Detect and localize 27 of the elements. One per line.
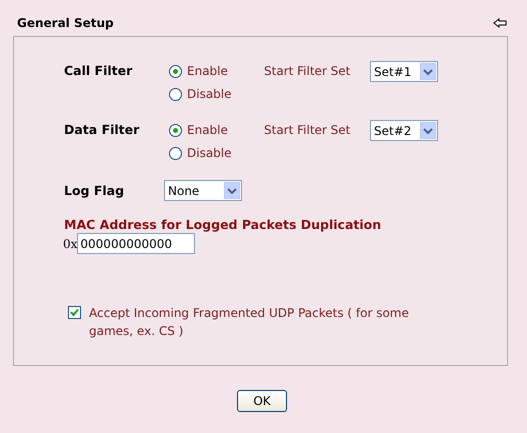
radio-label: Disable	[187, 145, 232, 162]
ok-button[interactable]: OK	[237, 390, 287, 412]
section-title: General Setup	[17, 16, 114, 30]
mac-address-field[interactable]: 000000000000	[77, 233, 196, 254]
radio-button[interactable]	[169, 124, 182, 136]
filter-label: Call Filter	[64, 62, 134, 80]
caret-icon[interactable]	[420, 122, 436, 139]
caret-icon[interactable]	[224, 182, 240, 199]
radio-label: Enable	[187, 122, 228, 139]
start-filter-set-label: Start Filter Set	[264, 122, 352, 139]
radio-button[interactable]	[169, 64, 182, 78]
log-flag-dropdown[interactable]: None	[164, 180, 242, 201]
back-arrow-icon[interactable]	[493, 18, 507, 28]
caret-icon[interactable]	[420, 63, 436, 80]
radio-label: Disable	[187, 86, 232, 103]
hex-prefix: 0x	[63, 236, 78, 250]
radio-button[interactable]	[169, 88, 182, 100]
start-filter-set-label: Start Filter Set	[264, 63, 352, 80]
filter-set-dropdown[interactable]: Set#1	[370, 61, 438, 82]
checkbox-label: Accept Incoming Fragmented UDP Packets ( for some games, ex. CS )	[89, 305, 410, 340]
filter-label: Data Filter	[64, 121, 140, 139]
checkbox[interactable]	[68, 306, 81, 319]
mac-address-label: MAC Address for Logged Packets Duplication	[64, 217, 382, 232]
filter-set-dropdown[interactable]: Set#2	[370, 120, 438, 141]
radio-button[interactable]	[169, 146, 182, 160]
log-flag-label: Log Flag	[64, 182, 126, 200]
radio-label: Enable	[187, 63, 228, 80]
